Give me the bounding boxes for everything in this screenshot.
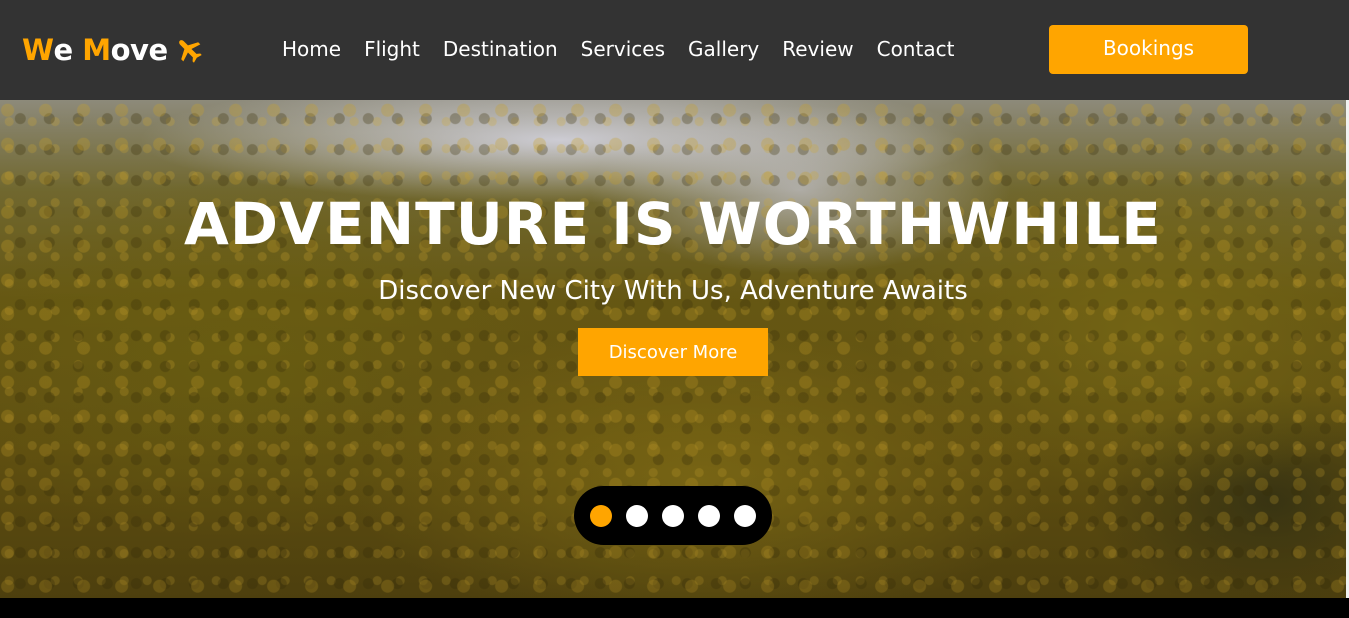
nav-services[interactable]: Services	[581, 37, 665, 61]
nav-contact[interactable]: Contact	[877, 37, 955, 61]
nav-review[interactable]: Review	[782, 37, 853, 61]
carousel-dots	[574, 486, 772, 545]
bookings-button[interactable]: Bookings	[1049, 25, 1248, 74]
nav-home[interactable]: Home	[282, 37, 341, 61]
carousel-dot-4[interactable]	[698, 504, 720, 527]
hero-title: ADVENTURE IS WORTHWHILE	[184, 190, 1162, 258]
discover-more-button[interactable]: Discover More	[578, 328, 768, 376]
logo-letter-m: M	[82, 33, 111, 67]
logo[interactable]: W e M ove	[22, 30, 204, 70]
main-nav: Home Flight Destination Services Gallery…	[282, 33, 954, 65]
nav-destination[interactable]: Destination	[443, 37, 558, 61]
navbar: W e M ove Home Flight Destination Servic…	[0, 0, 1349, 100]
logo-text-ove: ove	[110, 33, 169, 67]
plane-icon	[174, 35, 204, 65]
logo-text-e: e	[53, 33, 83, 67]
carousel-dot-1[interactable]	[590, 504, 612, 527]
hero-section: ADVENTURE IS WORTHWHILE Discover New Cit…	[0, 100, 1346, 598]
nav-flight[interactable]: Flight	[364, 37, 420, 61]
hero-subtitle: Discover New City With Us, Adventure Awa…	[378, 276, 968, 306]
bottom-bar	[0, 598, 1349, 618]
carousel-dot-3[interactable]	[662, 504, 684, 527]
carousel-dot-5[interactable]	[734, 504, 756, 527]
carousel-dot-2[interactable]	[626, 504, 648, 527]
logo-letter-w: W	[22, 33, 54, 67]
nav-gallery[interactable]: Gallery	[688, 37, 759, 61]
